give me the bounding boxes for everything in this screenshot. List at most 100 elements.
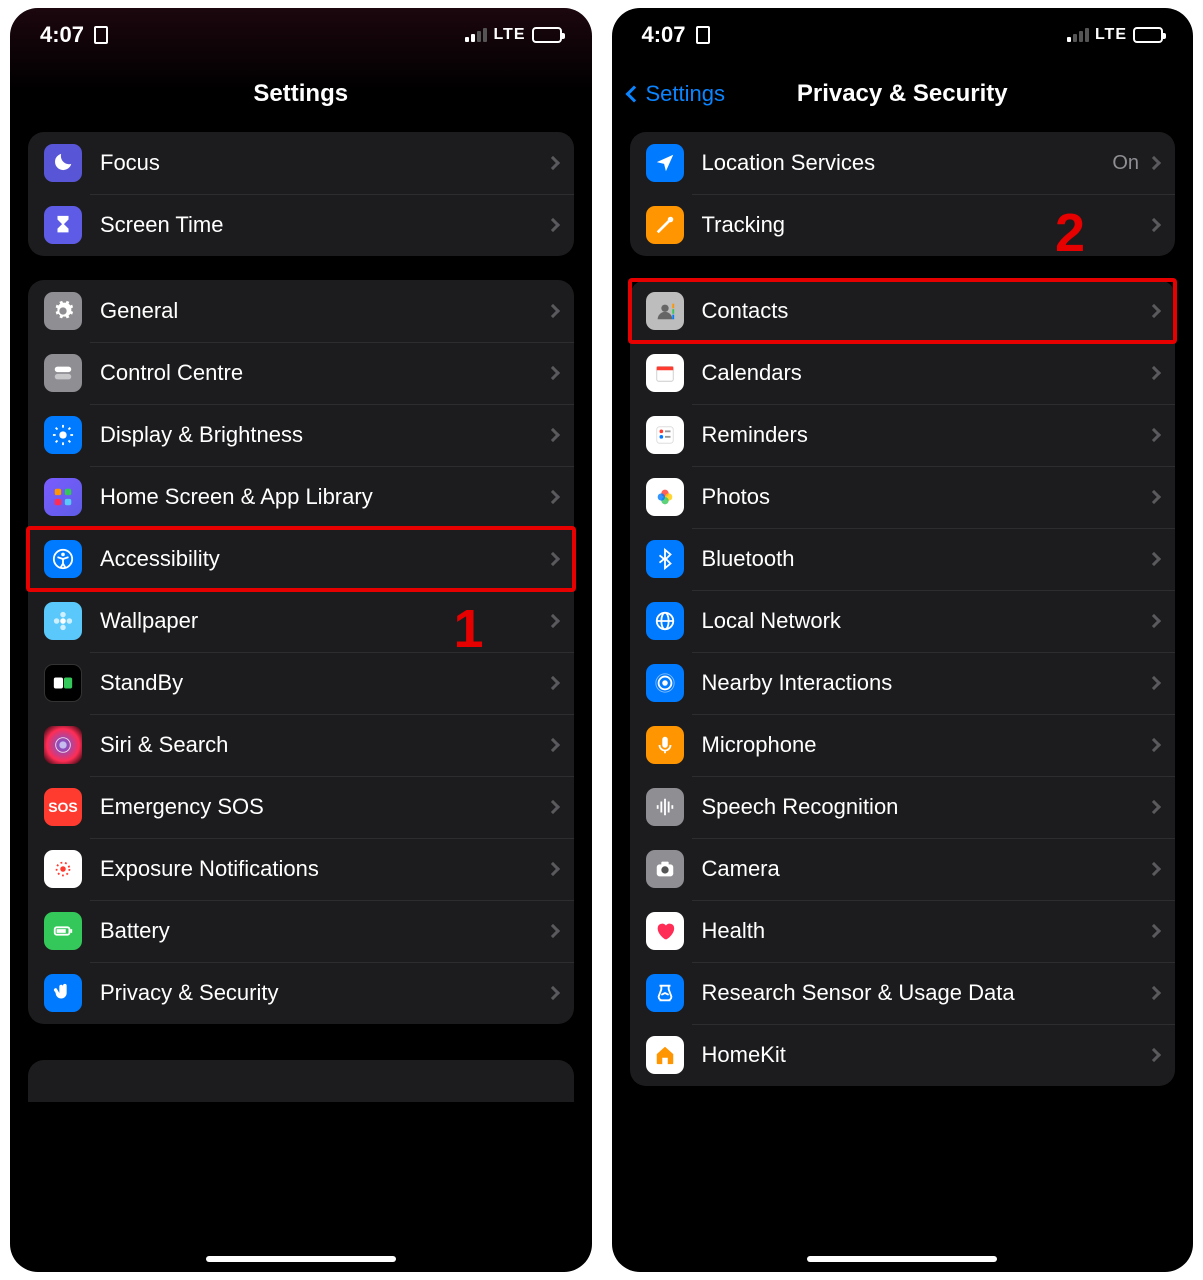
row-label: Control Centre	[100, 360, 548, 386]
settings-row[interactable]: Microphone	[630, 714, 1176, 776]
settings-row[interactable]: Nearby Interactions	[630, 652, 1176, 714]
row-label: Screen Time	[100, 212, 548, 238]
apps-grid-icon	[44, 478, 82, 516]
hand-icon	[44, 974, 82, 1012]
settings-group-peek	[28, 1060, 574, 1102]
chevron-right-icon	[1147, 552, 1161, 566]
row-label: Microphone	[702, 732, 1150, 758]
settings-row[interactable]: Home Screen & App Library	[28, 466, 574, 528]
row-value: On	[1112, 152, 1139, 175]
row-label: Emergency SOS	[100, 794, 548, 820]
chevron-right-icon	[1147, 800, 1161, 814]
settings-row[interactable]: Location ServicesOn	[630, 132, 1176, 194]
row-label: General	[100, 298, 548, 324]
tracking-icon	[646, 206, 684, 244]
settings-row[interactable]: Bluetooth	[630, 528, 1176, 590]
status-time: 4:07	[40, 22, 84, 48]
settings-row[interactable]: Reminders	[630, 404, 1176, 466]
settings-row[interactable]: Local Network	[630, 590, 1176, 652]
settings-row[interactable]: Photos	[630, 466, 1176, 528]
settings-row[interactable]: Accessibility	[28, 528, 574, 590]
home-icon	[646, 1036, 684, 1074]
page-title: Privacy & Security	[797, 80, 1008, 108]
row-label: StandBy	[100, 670, 548, 696]
settings-row[interactable]: HomeKit	[630, 1024, 1176, 1086]
heart-icon	[646, 912, 684, 950]
settings-row[interactable]: Research Sensor & Usage Data	[630, 962, 1176, 1024]
chevron-left-icon	[625, 86, 642, 103]
settings-list[interactable]: Focus Screen Time General Control Centre Di…	[10, 126, 592, 1142]
bluetooth-icon	[646, 540, 684, 578]
sun-icon	[44, 416, 82, 454]
home-indicator[interactable]	[807, 1256, 997, 1262]
settings-row[interactable]: General	[28, 280, 574, 342]
row-label: Home Screen & App Library	[100, 484, 548, 510]
settings-row[interactable]: Siri & Search	[28, 714, 574, 776]
network-type: LTE	[1095, 26, 1127, 44]
chevron-right-icon	[1147, 156, 1161, 170]
row-label: Nearby Interactions	[702, 670, 1150, 696]
chevron-right-icon	[1147, 304, 1161, 318]
chevron-right-icon	[1147, 428, 1161, 442]
battery-icon	[1133, 27, 1163, 43]
back-button[interactable]: Settings	[628, 62, 726, 126]
chevron-right-icon	[545, 800, 559, 814]
chevron-right-icon	[545, 428, 559, 442]
settings-row[interactable]: Calendars	[630, 342, 1176, 404]
settings-row[interactable]: Privacy & Security	[28, 962, 574, 1024]
status-bar: 4:07 LTE	[612, 8, 1194, 62]
privacy-list[interactable]: Location ServicesOn Tracking ContactsCale…	[612, 126, 1194, 1126]
chevron-right-icon	[545, 738, 559, 752]
settings-row[interactable]: StandBy	[28, 652, 574, 714]
reminders-icon	[646, 416, 684, 454]
settings-row[interactable]: Display & Brightness	[28, 404, 574, 466]
settings-row[interactable]: Wallpaper	[28, 590, 574, 652]
waveform-icon	[646, 788, 684, 826]
moon-icon	[44, 144, 82, 182]
row-label: Speech Recognition	[702, 794, 1150, 820]
settings-row[interactable]: Control Centre	[28, 342, 574, 404]
research-icon	[646, 974, 684, 1012]
settings-row[interactable]: Focus	[28, 132, 574, 194]
camera-icon	[646, 850, 684, 888]
status-time: 4:07	[642, 22, 686, 48]
settings-row[interactable]: Speech Recognition	[630, 776, 1176, 838]
battery-icon	[532, 27, 562, 43]
settings-row[interactable]: Battery	[28, 900, 574, 962]
settings-row[interactable]: Health	[630, 900, 1176, 962]
row-label: Display & Brightness	[100, 422, 548, 448]
settings-group: Location ServicesOn Tracking	[630, 132, 1176, 256]
chevron-right-icon	[1147, 490, 1161, 504]
settings-row[interactable]: Camera	[630, 838, 1176, 900]
nav-header: Settings	[10, 62, 592, 126]
settings-row[interactable]: Screen Time	[28, 194, 574, 256]
row-label: Wallpaper	[100, 608, 548, 634]
chevron-right-icon	[545, 304, 559, 318]
exposure-icon	[44, 850, 82, 888]
radar-icon	[646, 664, 684, 702]
row-label: Location Services	[702, 150, 1113, 176]
sim-icon	[696, 26, 710, 44]
back-label: Settings	[646, 81, 726, 107]
gear-icon	[44, 292, 82, 330]
settings-row[interactable]: Exposure Notifications	[28, 838, 574, 900]
chevron-right-icon	[1147, 614, 1161, 628]
chevron-right-icon	[545, 614, 559, 628]
settings-row[interactable]: SOS Emergency SOS	[28, 776, 574, 838]
row-label: Privacy & Security	[100, 980, 548, 1006]
toggles-icon	[44, 354, 82, 392]
sos-icon: SOS	[44, 788, 82, 826]
row-label: Health	[702, 918, 1150, 944]
chevron-right-icon	[545, 366, 559, 380]
row-label: Tracking	[702, 212, 1150, 238]
settings-group: ContactsCalendarsRemindersPhotosBluetoot…	[630, 280, 1176, 1086]
row-label: Camera	[702, 856, 1150, 882]
settings-row[interactable]: Tracking	[630, 194, 1176, 256]
signal-bars-icon	[465, 28, 487, 42]
settings-row[interactable]: Contacts	[630, 280, 1176, 342]
row-label: Battery	[100, 918, 548, 944]
page-title: Settings	[253, 80, 348, 108]
accessibility-icon	[44, 540, 82, 578]
home-indicator[interactable]	[206, 1256, 396, 1262]
chevron-right-icon	[545, 924, 559, 938]
